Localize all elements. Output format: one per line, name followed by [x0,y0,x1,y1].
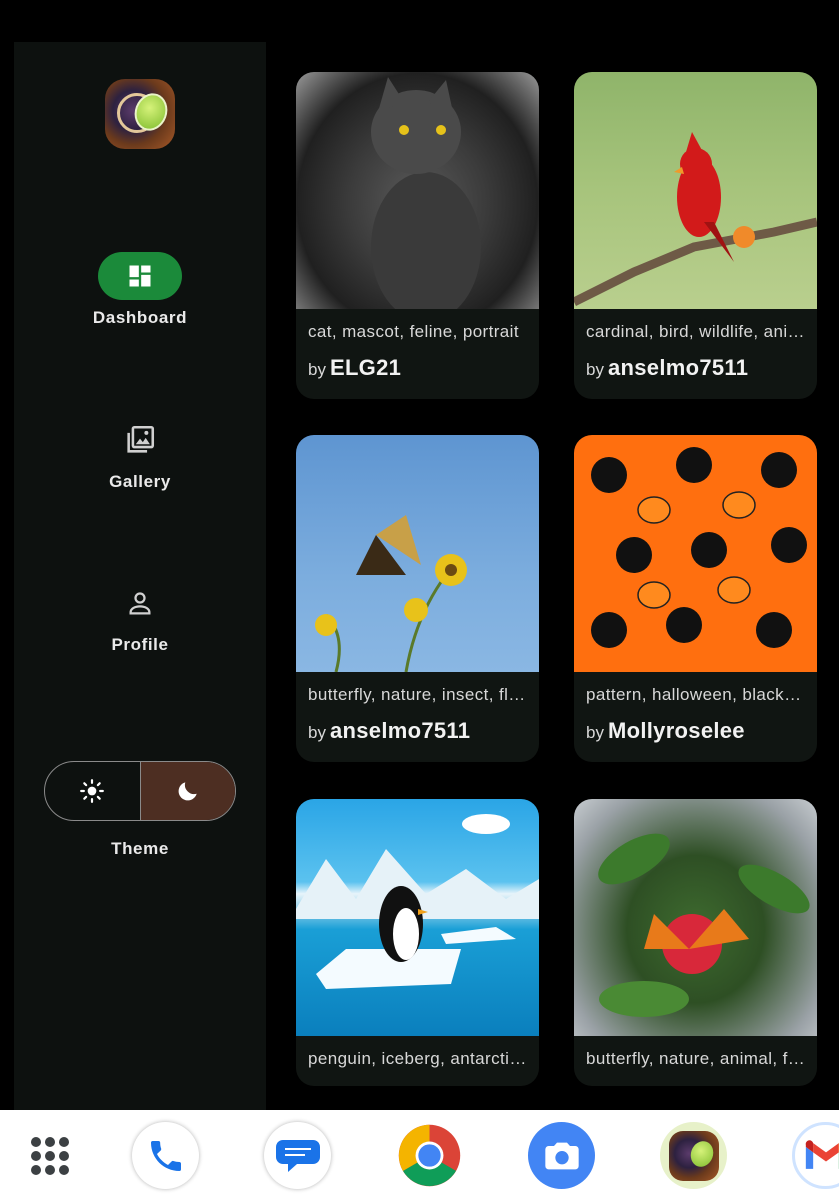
gallery-app-icon [668,1130,719,1181]
camera-app-button[interactable] [528,1122,595,1189]
card-tags: cat, mascot, feline, portrait [308,322,519,341]
theme-toggle [44,761,236,821]
app-drawer-button[interactable] [16,1122,83,1189]
active-indicator [98,252,182,300]
chrome-icon [398,1124,461,1187]
nav-indicator [98,416,182,464]
gallery-card[interactable]: cardinal, bird, wildlife, animal by ansel… [574,72,817,399]
penguin-image [296,799,539,1036]
card-tags: butterfly, nature, animal, flower [586,1049,805,1068]
author-name: anselmo7511 [607,355,749,380]
butterfly-flower-image [574,799,817,1036]
app-dock [0,1110,839,1200]
gallery-card[interactable]: cat, mascot, feline, portrait by ELG21 [296,72,539,399]
author-name: anselmo7511 [329,718,471,743]
messages-app-button[interactable] [264,1122,331,1189]
card-tags: cardinal, bird, wildlife, animal [586,322,805,341]
theme-dark-button[interactable] [139,762,235,820]
theme-label: Theme [111,839,169,858]
gallery-card[interactable]: penguin, iceberg, antarctica [296,799,539,1086]
nav-item-gallery[interactable]: Gallery [14,416,266,492]
cat-image [296,72,539,309]
by-label: by [586,723,604,742]
phone-app-button[interactable] [132,1122,199,1189]
card-tags: penguin, iceberg, antarctica [308,1049,527,1068]
cardinal-image [574,72,817,309]
nav-indicator [98,579,182,627]
by-label: by [308,360,326,379]
cat-illustration [371,77,481,309]
nav-label-dashboard: Dashboard [92,308,188,327]
photo-library-icon [127,425,155,453]
nav-label-profile: Profile [111,635,169,654]
cardinal-illustration [574,132,817,307]
dashboard-icon [129,265,151,287]
gallery-card[interactable]: butterfly, nature, animal, flower [574,799,817,1086]
gallery-app-button[interactable] [660,1122,727,1189]
card-byline: by anselmo7511 [308,718,470,744]
camera-icon [544,1142,579,1169]
card-tags: pattern, halloween, black cat [586,685,805,704]
nav-item-profile[interactable]: Profile [14,579,266,655]
hibiscus-illustration [598,833,810,1017]
app-drawer-icon [30,1136,69,1175]
butterfly-illustration [315,515,467,672]
phone-icon [150,1140,181,1171]
halloween-illustration [591,447,807,648]
messages-icon [275,1139,320,1172]
gallery-card[interactable]: butterfly, nature, insect, flower by anse… [296,435,539,762]
gmail-app-button[interactable] [792,1122,839,1189]
halloween-pattern-image [574,435,817,672]
card-byline: by ELG21 [308,355,401,381]
penguin-illustration [296,814,539,989]
navigation-rail: Dashboard Gallery Profile Theme [14,42,266,1110]
dark-mode-icon [178,782,197,801]
person-icon [129,592,151,615]
gallery-card[interactable]: pattern, halloween, black cat by Mollyros… [574,435,817,762]
butterfly-image [296,435,539,672]
nav-label-gallery: Gallery [109,472,171,491]
chrome-app-button[interactable] [396,1122,463,1189]
card-byline: by Mollyroselee [586,718,745,744]
nav-item-dashboard[interactable]: Dashboard [14,252,266,328]
light-mode-icon [80,779,105,803]
card-byline: by anselmo7511 [586,355,748,381]
by-label: by [586,360,604,379]
theme-light-button[interactable] [45,762,140,820]
app-logo [105,79,175,149]
by-label: by [308,723,326,742]
author-name: ELG21 [329,355,402,380]
author-name: Mollyroselee [607,718,745,743]
card-tags: butterfly, nature, insect, flower [308,685,527,704]
gmail-icon [805,1139,839,1169]
